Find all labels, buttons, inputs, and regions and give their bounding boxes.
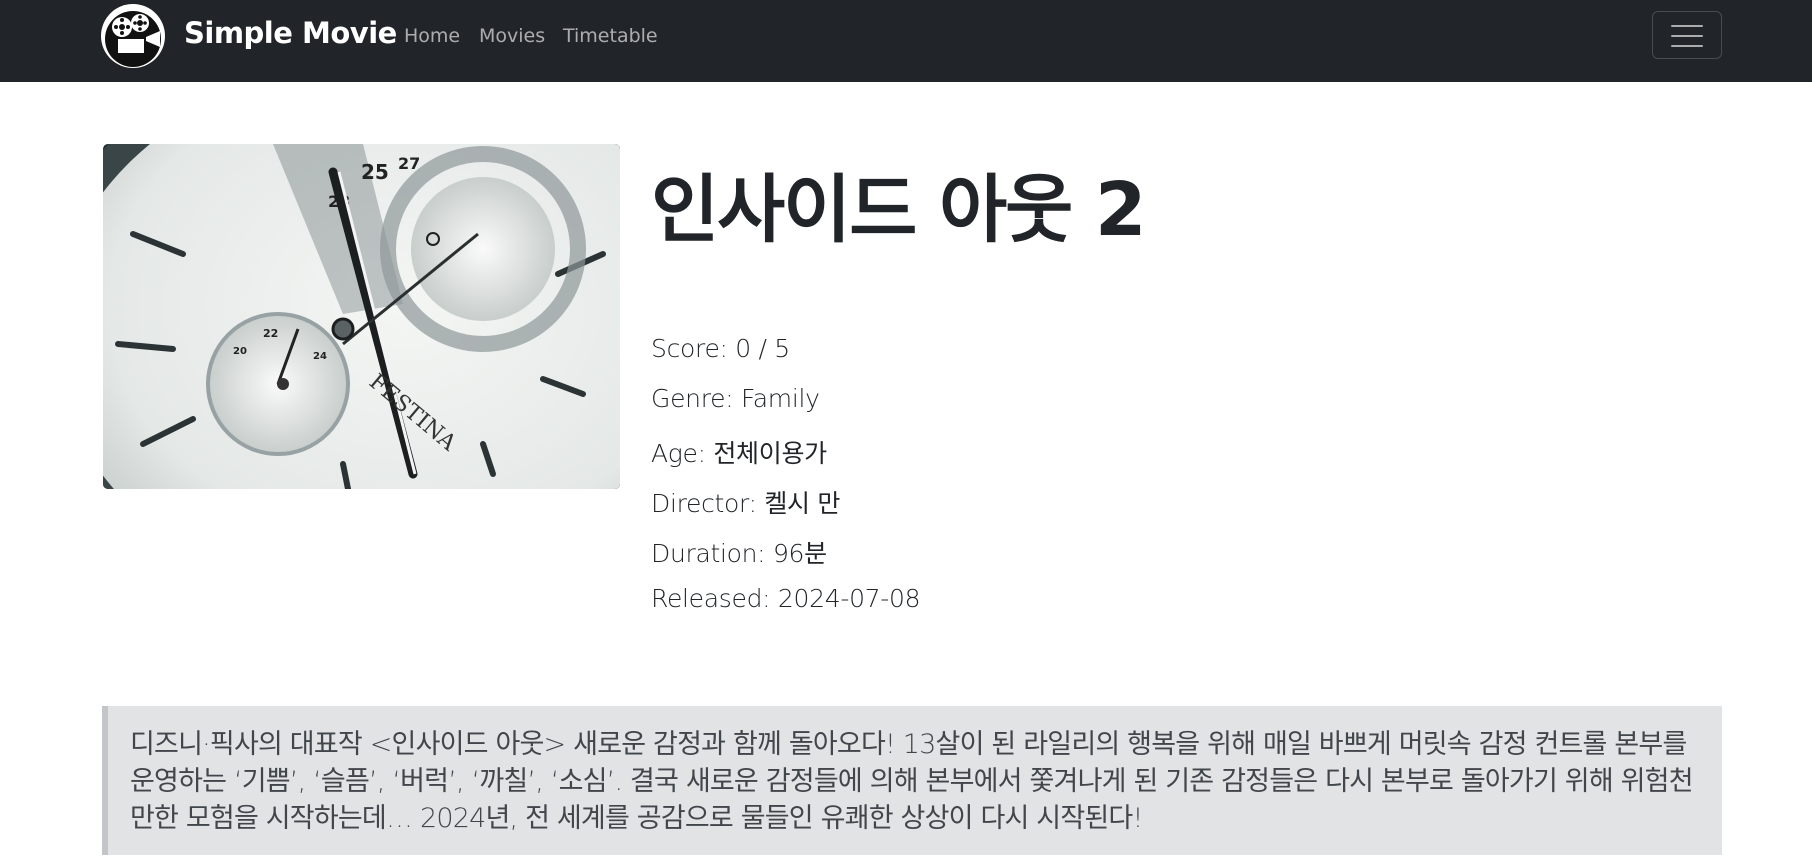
svg-text:25: 25 xyxy=(361,160,389,184)
nav-link-movies[interactable]: Movies xyxy=(479,25,545,47)
watch-face-poster-image: 25 23 27 22 20 24 FESTINA xyxy=(103,144,620,489)
movie-genre: Genre: Family xyxy=(651,384,820,413)
movie-synopsis: 디즈니·픽사의 대표작 <인사이드 아웃> 새로운 감정과 함께 돌아오다! 1… xyxy=(102,706,1722,855)
movie-title: 인사이드 아웃 2 xyxy=(651,167,1146,253)
svg-text:22: 22 xyxy=(263,327,278,340)
hamburger-menu-icon xyxy=(1671,25,1703,27)
nav-link-timetable[interactable]: Timetable xyxy=(563,25,658,47)
svg-text:24: 24 xyxy=(313,351,327,362)
hamburger-menu-icon xyxy=(1671,45,1703,47)
top-navbar: Simple Movie Home Movies Timetable xyxy=(0,0,1812,82)
brand-name[interactable]: Simple Movie xyxy=(184,16,397,50)
movie-director: Director: 켈시 만 xyxy=(651,489,841,518)
movie-age-rating: Age: 전체이용가 xyxy=(651,439,827,468)
navbar-toggler-button[interactable] xyxy=(1652,11,1722,59)
movie-poster-image: 25 23 27 22 20 24 FESTINA xyxy=(103,144,620,489)
movie-reel-logo-icon[interactable] xyxy=(100,3,166,69)
movie-duration: Duration: 96분 xyxy=(651,539,827,568)
svg-text:20: 20 xyxy=(233,346,247,357)
movie-release-date: Released: 2024-07-08 xyxy=(651,584,921,613)
hamburger-menu-icon xyxy=(1671,35,1703,37)
svg-text:27: 27 xyxy=(398,154,420,173)
movie-score: Score: 0 / 5 xyxy=(651,334,790,363)
nav-link-home[interactable]: Home xyxy=(404,25,460,47)
